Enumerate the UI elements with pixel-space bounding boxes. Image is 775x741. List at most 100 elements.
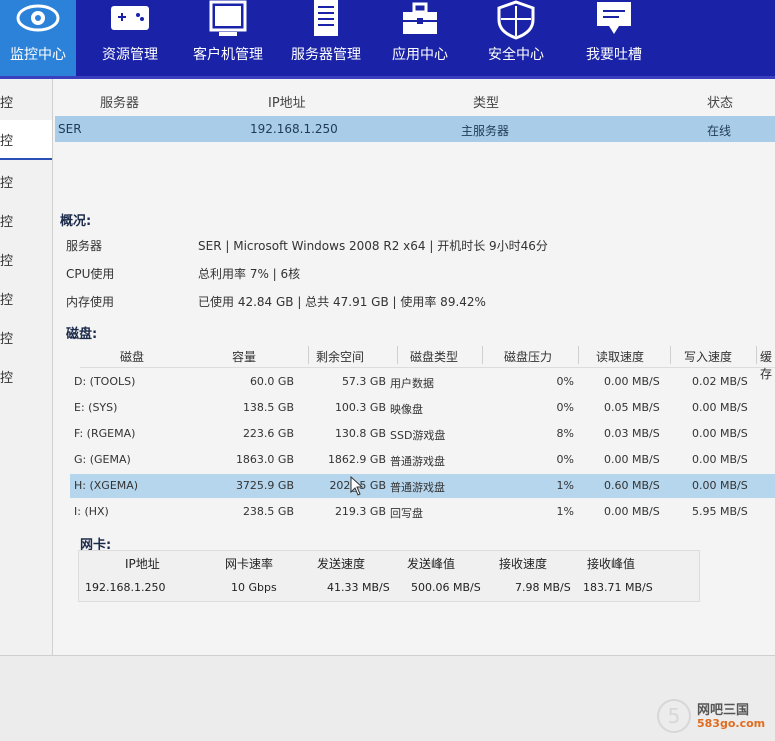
col-send-speed[interactable]: 发送速度 bbox=[317, 555, 365, 572]
nav-label: 我要吐槽 bbox=[586, 47, 642, 63]
col-write-speed[interactable]: 写入速度 bbox=[684, 348, 732, 365]
disk-name: G: (GEMA) bbox=[74, 453, 131, 466]
nic-rate: 10 Gbps bbox=[231, 581, 277, 594]
col-free[interactable]: 剩余空间 bbox=[316, 348, 364, 365]
disk-load: 0% bbox=[556, 453, 574, 466]
nav-divider bbox=[0, 76, 775, 79]
server-row[interactable]: SER 192.168.1.250 主服务器 在线 bbox=[55, 116, 775, 142]
disk-capacity: 223.6 GB bbox=[242, 427, 294, 440]
disk-capacity: 60.0 GB bbox=[249, 375, 294, 388]
sidebar-item[interactable]: 控 bbox=[0, 240, 52, 278]
nav-server-management[interactable]: 服务器管理 bbox=[284, 0, 368, 76]
col-nic-rate[interactable]: 网卡速率 bbox=[225, 555, 273, 572]
watermark: 5 网吧三国 583go.com bbox=[657, 697, 767, 735]
disk-free: 1862.9 GB bbox=[327, 453, 386, 466]
shield-icon bbox=[491, 0, 541, 44]
disk-type: 普通游戏盘 bbox=[390, 481, 445, 494]
disk-table-header: 磁盘 容量 剩余空间 磁盘类型 磁盘压力 读取速度 写入速度 缓存 bbox=[80, 343, 775, 381]
disk-free: 219.3 GB bbox=[334, 505, 386, 518]
disk-load: 8% bbox=[556, 427, 574, 440]
eye-icon bbox=[13, 0, 63, 44]
disk-name: D: (TOOLS) bbox=[74, 375, 136, 388]
disk-type: 映像盘 bbox=[390, 403, 423, 416]
col-capacity[interactable]: 容量 bbox=[232, 348, 256, 365]
sidebar-item-label: 控 bbox=[0, 254, 14, 269]
disk-row[interactable]: F: (RGEMA) 223.6 GB 130.8 GB SSD游戏盘 8% 0… bbox=[70, 422, 775, 446]
server-value: SER | Microsoft Windows 2008 R2 x64 | 开机… bbox=[198, 239, 548, 253]
col-read-speed[interactable]: 读取速度 bbox=[596, 348, 644, 365]
disk-row[interactable]: G: (GEMA) 1863.0 GB 1862.9 GB 普通游戏盘 0% 0… bbox=[70, 448, 775, 472]
nav-label: 资源管理 bbox=[102, 47, 158, 63]
column-separator bbox=[578, 346, 579, 364]
disk-name: I: (HX) bbox=[74, 505, 109, 518]
server-ip: 192.168.1.250 bbox=[250, 122, 338, 136]
nav-label: 监控中心 bbox=[10, 47, 66, 63]
disk-row[interactable]: D: (TOOLS) 60.0 GB 57.3 GB 用户数据 0% 0.00 … bbox=[70, 370, 775, 394]
disk-read: 0.00 MB/S bbox=[604, 375, 660, 388]
sidebar-item-label: 控 bbox=[0, 176, 14, 191]
disk-capacity: 238.5 GB bbox=[242, 505, 294, 518]
sidebar-item-label: 控 bbox=[0, 134, 14, 149]
sidebar-item-selected[interactable]: 控 bbox=[0, 120, 52, 160]
top-nav: 监控中心 资源管理 客户机管理 服务器管理 应用中心 安全中心 我要吐槽 bbox=[0, 0, 775, 76]
sidebar-item[interactable]: 控 bbox=[0, 162, 52, 200]
disk-read: 0.03 MB/S bbox=[604, 427, 660, 440]
sidebar-item-label: 控 bbox=[0, 215, 14, 230]
nav-app-center[interactable]: 应用中心 bbox=[382, 0, 458, 76]
sidebar-item[interactable]: 控 bbox=[0, 279, 52, 317]
col-server[interactable]: 服务器 bbox=[100, 92, 139, 111]
sidebar-item[interactable]: 控 bbox=[0, 318, 52, 356]
disk-row[interactable]: I: (HX) 238.5 GB 219.3 GB 回写盘 1% 0.00 MB… bbox=[70, 500, 775, 524]
nic-recv-peak: 183.71 MB/S bbox=[583, 581, 653, 594]
col-send-peak[interactable]: 发送峰值 bbox=[407, 555, 455, 572]
disk-read: 0.05 MB/S bbox=[604, 401, 660, 414]
col-disk-type[interactable]: 磁盘类型 bbox=[410, 348, 458, 365]
monitor-icon bbox=[203, 0, 253, 44]
disk-type: 普通游戏盘 bbox=[390, 455, 445, 468]
server-name: SER bbox=[58, 122, 82, 136]
col-status[interactable]: 状态 bbox=[707, 92, 733, 111]
nav-label: 安全中心 bbox=[488, 47, 544, 63]
nic-table: IP地址 网卡速率 发送速度 发送峰值 接收速度 接收峰值 192.168.1.… bbox=[78, 550, 700, 602]
disk-row[interactable]: E: (SYS) 138.5 GB 100.3 GB 映像盘 0% 0.05 M… bbox=[70, 396, 775, 420]
sidebar-item[interactable]: 控 bbox=[0, 201, 52, 239]
sidebar-item[interactable]: 控 bbox=[0, 82, 52, 120]
watermark-site: 583go.com bbox=[697, 717, 766, 730]
nav-client-management[interactable]: 客户机管理 bbox=[186, 0, 270, 76]
nav-resource-management[interactable]: 资源管理 bbox=[90, 0, 170, 76]
col-nic-ip[interactable]: IP地址 bbox=[125, 555, 160, 572]
disk-capacity: 1863.0 GB bbox=[235, 453, 294, 466]
cpu-value: 总利用率 7% | 6核 bbox=[198, 267, 301, 281]
disk-load: 1% bbox=[556, 479, 574, 492]
disk-name: E: (SYS) bbox=[74, 401, 118, 414]
disk-free: 57.3 GB bbox=[341, 375, 386, 388]
disk-read: 0.00 MB/S bbox=[604, 453, 660, 466]
sidebar-item[interactable]: 控 bbox=[0, 357, 52, 395]
column-separator bbox=[670, 346, 671, 364]
col-disk-load[interactable]: 磁盘压力 bbox=[504, 348, 552, 365]
nic-recv: 7.98 MB/S bbox=[515, 581, 571, 594]
nav-security-center[interactable]: 安全中心 bbox=[478, 0, 554, 76]
sidebar-item-label: 控 bbox=[0, 96, 14, 111]
nav-label: 服务器管理 bbox=[291, 47, 361, 63]
disk-write: 0.00 MB/S bbox=[692, 427, 748, 440]
col-type[interactable]: 类型 bbox=[473, 92, 499, 111]
nav-feedback[interactable]: 我要吐槽 bbox=[576, 0, 652, 76]
disk-row-selected[interactable]: H: (XGEMA) 3725.9 GB 202_.5 GB 普通游戏盘 1% … bbox=[70, 474, 775, 498]
col-recv-speed[interactable]: 接收速度 bbox=[499, 555, 547, 572]
watermark-logo: 5 bbox=[657, 699, 691, 733]
nic-ip: 192.168.1.250 bbox=[85, 581, 166, 594]
col-recv-peak[interactable]: 接收峰值 bbox=[587, 555, 635, 572]
disk-title: 磁盘: bbox=[66, 327, 98, 342]
disk-read: 0.60 MB/S bbox=[604, 479, 660, 492]
disk-type: SSD游戏盘 bbox=[390, 429, 446, 442]
sidebar: 控 控 控 控 控 控 控 控 bbox=[0, 79, 53, 659]
col-ip[interactable]: IP地址 bbox=[268, 92, 306, 111]
disk-write: 0.00 MB/S bbox=[692, 453, 748, 466]
col-disk[interactable]: 磁盘 bbox=[120, 348, 144, 365]
disk-write: 5.95 MB/S bbox=[692, 505, 748, 518]
nav-label: 客户机管理 bbox=[193, 47, 263, 63]
nic-send: 41.33 MB/S bbox=[327, 581, 390, 594]
memory-value: 已使用 42.84 GB | 总共 47.91 GB | 使用率 89.42% bbox=[198, 295, 486, 309]
nav-monitor-center[interactable]: 监控中心 bbox=[0, 0, 76, 76]
